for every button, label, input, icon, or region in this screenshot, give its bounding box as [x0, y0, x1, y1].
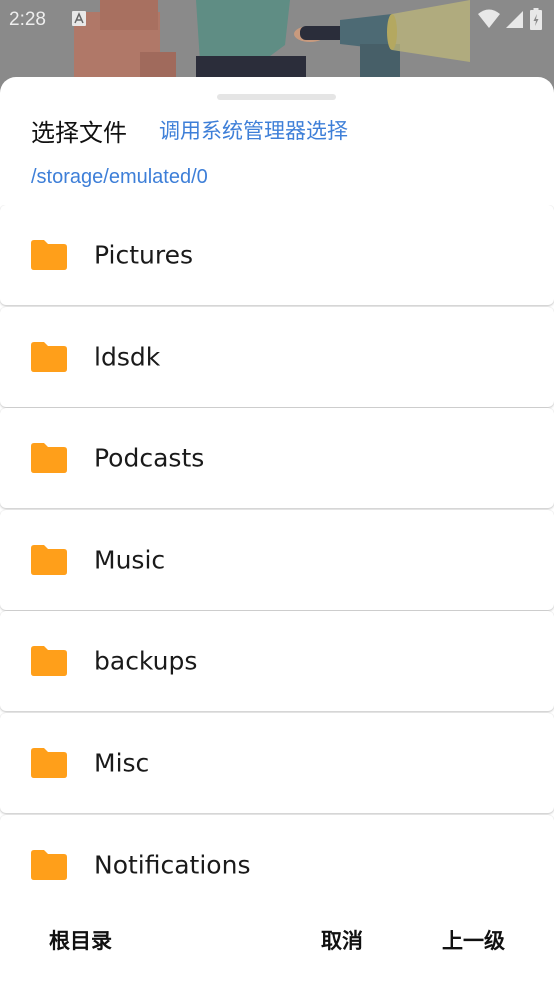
root-directory-button[interactable]: 根目录: [49, 925, 112, 955]
cancel-button[interactable]: 取消: [321, 925, 363, 955]
file-name: Music: [94, 545, 166, 575]
wifi-icon: [478, 9, 500, 28]
list-item[interactable]: Notifications: [0, 814, 554, 895]
folder-icon: [31, 240, 67, 270]
list-item[interactable]: ldsdk: [0, 306, 554, 407]
current-path: /storage/emulated/0: [31, 166, 208, 188]
list-item[interactable]: backups: [0, 611, 554, 712]
sheet-footer: 根目录 取消 上一级: [0, 895, 554, 986]
system-file-manager-link[interactable]: 调用系统管理器选择: [159, 115, 348, 145]
file-name: Notifications: [94, 850, 251, 880]
list-item[interactable]: Pictures: [0, 205, 554, 305]
file-name: backups: [94, 646, 198, 676]
status-time: 2:28: [9, 9, 46, 30]
folder-icon: [31, 443, 67, 474]
parent-directory-button[interactable]: 上一级: [442, 925, 505, 955]
list-item[interactable]: Misc: [0, 712, 554, 813]
file-name: Misc: [94, 748, 150, 778]
file-name: Podcasts: [94, 443, 205, 473]
list-item[interactable]: Podcasts: [0, 408, 554, 509]
file-name: ldsdk: [94, 342, 161, 372]
battery-icon: [530, 8, 542, 30]
file-picker-sheet: 选择文件 调用系统管理器选择 /storage/emulated/0 Pictu…: [0, 77, 554, 986]
sheet-title: 选择文件: [31, 119, 127, 147]
accessibility-notification-icon: [72, 11, 86, 26]
status-bar: 2:28: [0, 0, 554, 40]
folder-icon: [31, 646, 67, 677]
folder-icon: [31, 544, 67, 575]
file-name: Pictures: [94, 240, 193, 270]
drag-handle[interactable]: [217, 94, 336, 100]
folder-icon: [31, 849, 67, 880]
folder-icon: [31, 747, 67, 778]
list-item[interactable]: Music: [0, 509, 554, 610]
cellular-signal-icon: [506, 11, 523, 28]
folder-icon: [31, 341, 67, 372]
file-list[interactable]: Pictures ldsdk Podcasts Music backups Mi…: [0, 205, 554, 895]
